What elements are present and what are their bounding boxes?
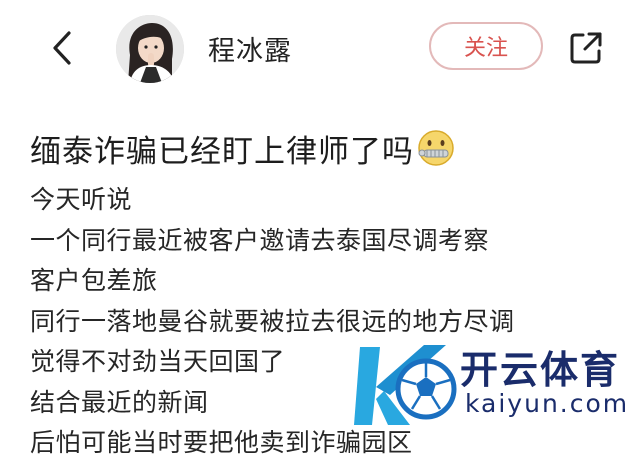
watermark-brand: 开云体育 (460, 348, 621, 392)
author-name[interactable]: 程冰露 (208, 29, 292, 68)
post-header: 程冰露 关注 (0, 0, 640, 96)
watermark: 开云体育 kaiyun.com (354, 325, 640, 444)
post-line: 客户包差旅 (30, 266, 158, 295)
avatar[interactable] (116, 15, 184, 83)
watermark-url: kaiyun.com (465, 389, 630, 418)
post-title-row: 缅泰诈骗已经盯上律师了吗 (30, 126, 456, 170)
watermark-logo-icon (354, 345, 457, 425)
follow-button[interactable]: 关注 (429, 22, 543, 70)
chevron-left-icon (53, 31, 71, 65)
avatar-photo (116, 15, 184, 83)
back-button[interactable] (44, 26, 80, 70)
post-title: 缅泰诈骗已经盯上律师了吗 (30, 133, 414, 170)
share-button[interactable] (566, 28, 606, 68)
post-line: 今天听说 (30, 185, 133, 214)
zipper-mouth-face-icon (418, 130, 454, 166)
share-external-icon (570, 32, 602, 64)
post-line: 一个同行最近被客户邀请去泰国尽调考察 (30, 225, 490, 255)
